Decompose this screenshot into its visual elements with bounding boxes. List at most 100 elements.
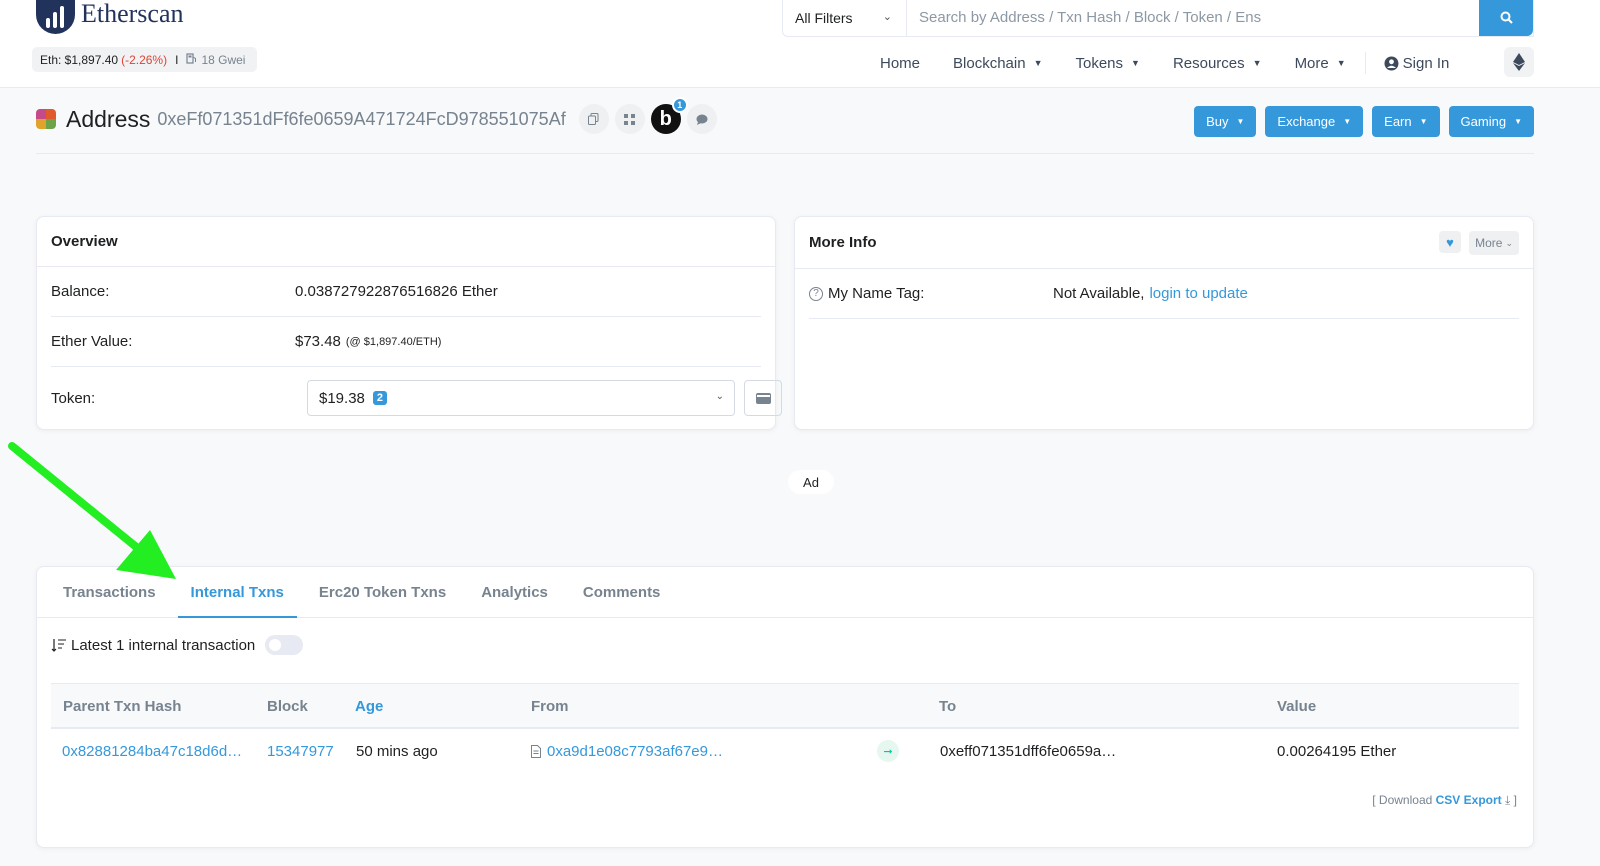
parent-txn-hash-link[interactable]: 0x82881284ba47c18d6d…: [62, 743, 242, 760]
transactions-card: Transactions Internal Txns Erc20 Token T…: [36, 566, 1534, 848]
ether-rate: (@ $1,897.40/ETH): [345, 335, 442, 348]
address-header: Address 0xeFf071351dFf6fe0659A471724FcD9…: [36, 97, 717, 134]
chevron-down-icon: ▼: [1343, 117, 1352, 126]
tab-analytics[interactable]: Analytics: [468, 567, 561, 617]
token-label: Token:: [51, 389, 96, 407]
document-icon: [531, 745, 541, 762]
buy-label: Buy: [1206, 114, 1229, 129]
token-value: $19.38: [319, 389, 365, 407]
from-address-link[interactable]: 0xa9d1e08c7793af67e9…: [547, 743, 723, 760]
chevron-down-icon: ▼: [1033, 58, 1043, 68]
nav-divider: [1364, 52, 1366, 74]
address-hash: 0xeFf071351dFf6fe0659A471724FcD978551075…: [157, 108, 566, 129]
exchange-button[interactable]: Exchange ▼: [1265, 106, 1364, 137]
exchange-label: Exchange: [1277, 114, 1336, 129]
login-to-update-link[interactable]: login to update: [1149, 285, 1247, 302]
blockscan-button[interactable]: b 1: [650, 97, 688, 134]
name-tag-row: ? My Name Tag: Not Available, login to u…: [809, 269, 1519, 319]
earn-button[interactable]: Earn ▼: [1372, 106, 1440, 137]
nav-more-label: More: [1294, 54, 1329, 72]
arrow-right-icon: ➞: [877, 740, 899, 762]
txn-summary-text: Latest 1 internal transaction: [71, 636, 256, 654]
buy-button[interactable]: Buy ▼: [1194, 106, 1257, 137]
csv-export-link[interactable]: CSV Export: [1436, 793, 1502, 807]
nav-blockchain[interactable]: Blockchain ▼: [953, 55, 1042, 72]
overview-title: Overview: [37, 217, 775, 267]
address-avatar: [36, 109, 56, 129]
csv-export: [ Download CSV Export ⤓ ]: [1372, 793, 1517, 808]
watchlist-button[interactable]: ♥: [1439, 231, 1461, 253]
ad-label: Ad: [788, 470, 834, 494]
nav-home[interactable]: Home: [880, 55, 920, 72]
sign-in-link[interactable]: Sign In: [1384, 54, 1450, 72]
heart-icon: ♥: [1446, 234, 1454, 250]
nav-resources[interactable]: Resources ▼: [1173, 55, 1262, 72]
tab-comments[interactable]: Comments: [570, 567, 674, 617]
copy-address-button[interactable]: [578, 104, 609, 134]
gas-pump-icon: [186, 52, 197, 67]
chat-icon: [696, 114, 708, 125]
copy-icon: [588, 113, 599, 125]
search-button[interactable]: [1479, 0, 1533, 36]
annotation-arrow: [8, 442, 176, 579]
etherscan-logo[interactable]: Etherscan: [36, 0, 184, 34]
sort-icon: [51, 639, 66, 652]
block-link[interactable]: 15347977: [267, 743, 334, 760]
advanced-mode-toggle[interactable]: [265, 635, 304, 655]
table-header: Parent Txn Hash Block Age From To Value: [51, 683, 1519, 729]
nav-blockchain-label: Blockchain: [953, 54, 1026, 72]
search-icon: [1500, 11, 1513, 24]
main-nav: Home Blockchain ▼ Tokens ▼ Resources ▼ More…: [880, 50, 1483, 76]
search-filter-select[interactable]: All Filters ⌄: [783, 0, 907, 36]
col-from: From: [531, 698, 569, 715]
balance-label: Balance:: [51, 283, 110, 300]
ether-value: $73.48: [295, 333, 341, 350]
csv-prefix: [ Download: [1372, 793, 1433, 807]
wallet-icon: [755, 393, 771, 404]
chevron-down-icon: ▼: [1252, 58, 1262, 68]
chat-button[interactable]: [686, 104, 717, 134]
divider: [36, 153, 1534, 154]
ether-value-label: Ether Value:: [51, 333, 133, 350]
nav-tokens[interactable]: Tokens ▼: [1075, 55, 1139, 72]
more-options-button[interactable]: More ⌄: [1469, 231, 1519, 255]
tab-erc20-token-txns[interactable]: Erc20 Token Txns: [306, 567, 459, 617]
eth-price[interactable]: Eth: $1,897.40: [40, 53, 118, 67]
col-age[interactable]: Age: [355, 698, 383, 715]
notification-badge: 1: [671, 97, 688, 113]
eth-price-change: (-2.26%): [121, 52, 168, 67]
col-block: Block: [267, 698, 308, 715]
gaming-button[interactable]: Gaming ▼: [1448, 106, 1534, 137]
chevron-down-icon: ▼: [1236, 117, 1245, 126]
chevron-down-icon: ⌄: [715, 391, 724, 402]
sign-in-label: Sign In: [1402, 54, 1450, 72]
brand-name: Etherscan: [81, 0, 184, 28]
col-parent-txn-hash: Parent Txn Hash: [63, 698, 182, 715]
address-actions: Buy ▼ Exchange ▼ Earn ▼ Gaming ▼: [1185, 106, 1534, 137]
network-switch-button[interactable]: [1504, 47, 1534, 77]
token-holdings-dropdown[interactable]: $19.38 2 ⌄: [307, 380, 735, 416]
chevron-down-icon: ⌄: [1505, 237, 1513, 248]
csv-suffix: ]: [1513, 793, 1517, 807]
gas-price[interactable]: 18 Gwei: [201, 53, 245, 67]
user-circle-icon: [1384, 56, 1399, 70]
search-input[interactable]: [907, 0, 1479, 36]
balance-row: Balance: 0.038727922876516826 Ether: [51, 267, 761, 317]
price-separator: I: [175, 52, 179, 67]
more-options-label: More: [1475, 236, 1503, 250]
name-tag-label-wrap: ? My Name Tag:: [809, 285, 1053, 302]
ethereum-icon: [1513, 53, 1525, 71]
search-filter-label: All Filters: [795, 9, 853, 26]
question-icon[interactable]: ?: [809, 286, 823, 301]
download-icon: ⤓: [1505, 793, 1511, 807]
qr-code-button[interactable]: [614, 104, 645, 134]
name-tag-label: My Name Tag:: [828, 285, 925, 302]
age-value: 50 mins ago: [356, 743, 438, 760]
value-amount: 0.00264195 Ether: [1277, 743, 1397, 760]
balance-value: 0.038727922876516826 Ether: [295, 283, 498, 300]
chevron-down-icon: ▼: [1336, 58, 1346, 68]
nav-more[interactable]: More ▼: [1295, 55, 1346, 72]
chevron-down-icon: ▼: [1514, 117, 1522, 126]
token-wallet-button[interactable]: [744, 380, 782, 416]
search-bar: All Filters ⌄: [782, 0, 1534, 37]
